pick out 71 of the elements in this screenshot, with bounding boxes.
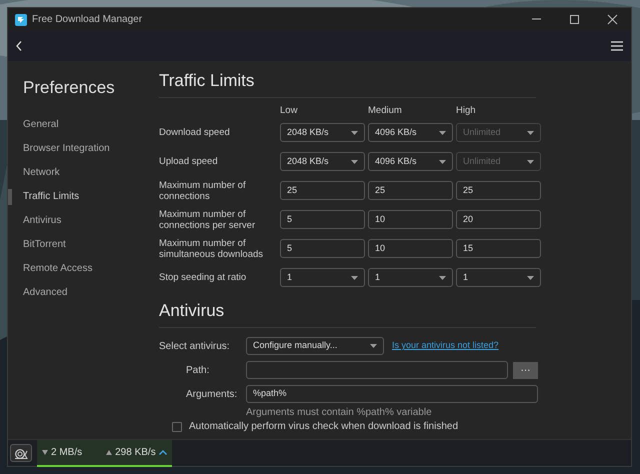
path-field[interactable] bbox=[246, 361, 508, 379]
sidebar-title: Preferences bbox=[23, 77, 116, 99]
help-link[interactable]: Is your antivirus not listed? bbox=[392, 339, 499, 353]
sidebar-item[interactable]: Network bbox=[8, 161, 151, 185]
column-header: High bbox=[456, 104, 477, 118]
close-icon bbox=[606, 14, 618, 25]
upload-arrow-icon bbox=[106, 450, 112, 454]
input-field[interactable]: 5 bbox=[280, 210, 365, 229]
dropdown[interactable]: 1 bbox=[368, 268, 453, 287]
field-label: Arguments: bbox=[186, 388, 238, 402]
input-field[interactable]: 10 bbox=[368, 210, 453, 229]
input-field[interactable]: 25 bbox=[368, 181, 453, 200]
browse-button[interactable]: ··· bbox=[513, 362, 538, 378]
sidebar-item[interactable]: Antivirus bbox=[8, 209, 151, 233]
window-title: Free Download Manager bbox=[32, 13, 142, 27]
caret-icon bbox=[351, 130, 358, 134]
dropdown[interactable]: 1 bbox=[456, 268, 541, 287]
field-label: Select antivirus: bbox=[159, 340, 231, 354]
input-field[interactable]: 15 bbox=[456, 239, 541, 258]
app-logo-icon bbox=[15, 14, 27, 26]
dropdown[interactable]: 2048 KB/s bbox=[280, 123, 365, 142]
dropdown[interactable]: 1 bbox=[280, 268, 365, 287]
setting-label: Maximum number of connections per server bbox=[159, 208, 256, 232]
caret-icon bbox=[351, 160, 358, 164]
dropdown[interactable]: 2048 KB/s bbox=[280, 152, 365, 171]
arguments-field[interactable]: %path% bbox=[246, 385, 538, 403]
setting-label: Maximum number of simultaneous downloads bbox=[159, 236, 264, 262]
section-heading: Antivirus bbox=[159, 301, 226, 321]
upload-speed: 298 KB/s bbox=[115, 446, 156, 460]
setting-label: Download speed bbox=[159, 126, 231, 140]
antivirus-dropdown[interactable]: Configure manually... bbox=[246, 337, 384, 355]
menu-icon[interactable] bbox=[611, 41, 623, 51]
speed-panel[interactable]: 2 MB/s 298 KB/s bbox=[37, 440, 172, 466]
sidebar-item[interactable]: General bbox=[8, 113, 151, 137]
snail-icon bbox=[14, 448, 28, 458]
sidebar-item[interactable]: Advanced bbox=[8, 281, 151, 305]
expand-icon[interactable] bbox=[159, 450, 167, 454]
caret-icon bbox=[439, 160, 446, 164]
input-field[interactable]: 5 bbox=[280, 239, 365, 258]
caret-icon bbox=[439, 130, 446, 134]
checkbox[interactable] bbox=[172, 422, 182, 432]
setting-label: Maximum number of connections bbox=[159, 178, 247, 204]
sidebar-item[interactable]: Browser Integration bbox=[8, 137, 151, 161]
input-field[interactable]: 25 bbox=[456, 181, 541, 200]
checkbox-label: Automatically perform virus check when download is finished bbox=[189, 420, 458, 434]
maximize-icon bbox=[568, 14, 580, 25]
caret-icon bbox=[527, 276, 534, 280]
section-heading: Traffic Limits bbox=[159, 71, 256, 91]
input-field[interactable]: 20 bbox=[456, 210, 541, 229]
sidebar-item[interactable]: Traffic Limits bbox=[8, 185, 151, 209]
caret-icon bbox=[527, 160, 534, 164]
input-field[interactable]: 25 bbox=[280, 181, 365, 200]
caret-icon bbox=[351, 276, 358, 280]
sidebar-item[interactable]: BitTorrent bbox=[8, 233, 151, 257]
caret-icon bbox=[439, 276, 446, 280]
field-label: Path: bbox=[186, 364, 210, 378]
download-arrow-icon bbox=[42, 450, 48, 454]
caret-icon bbox=[370, 344, 377, 348]
dropdown[interactable]: 4096 KB/s bbox=[368, 152, 453, 171]
caret-icon bbox=[527, 130, 534, 134]
hint-text: Arguments must contain %path% variable bbox=[246, 406, 433, 420]
setting-label: Upload speed bbox=[159, 155, 219, 169]
back-icon[interactable] bbox=[16, 41, 22, 51]
download-speed: 2 MB/s bbox=[51, 446, 82, 460]
snail-button[interactable] bbox=[10, 444, 32, 462]
sidebar-item[interactable]: Remote Access bbox=[8, 257, 151, 281]
column-header: Medium bbox=[368, 104, 403, 118]
column-header: Low bbox=[280, 104, 298, 118]
dropdown[interactable]: 4096 KB/s bbox=[368, 123, 453, 142]
input-field[interactable]: 10 bbox=[368, 239, 453, 258]
setting-label: Stop seeding at ratio bbox=[159, 271, 248, 285]
